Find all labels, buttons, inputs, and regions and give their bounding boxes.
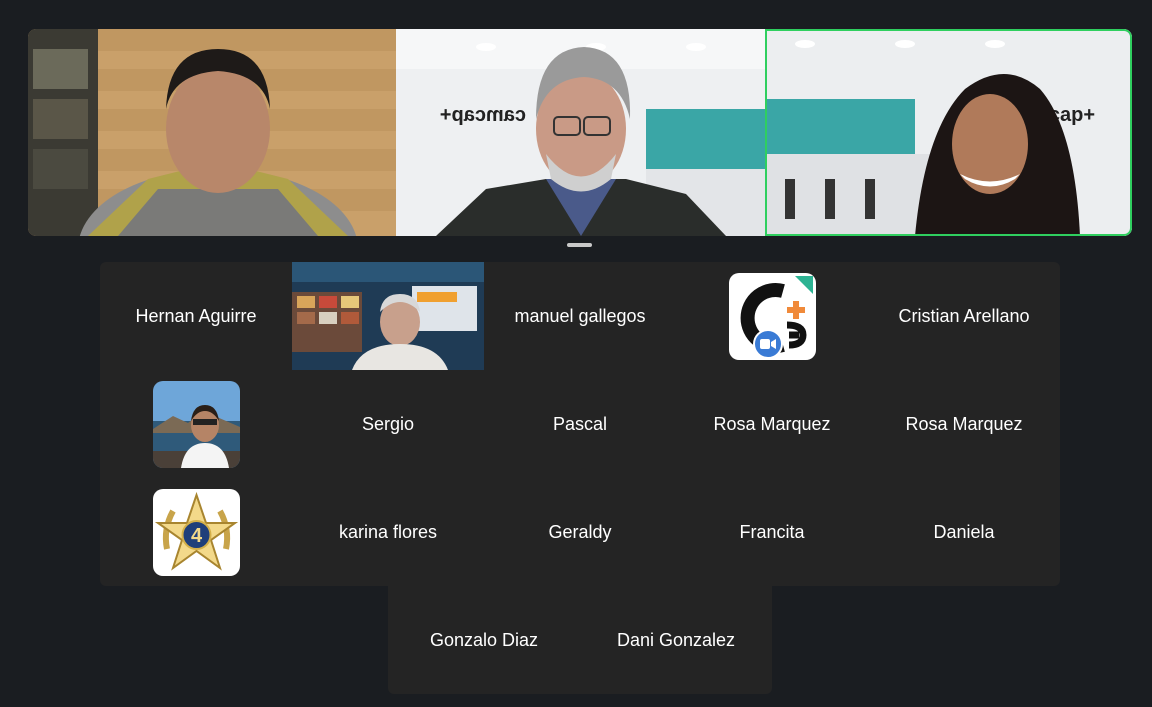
participant-tile[interactable]: Daniela bbox=[868, 478, 1060, 586]
participant-name: Pascal bbox=[552, 413, 608, 434]
participant-name: Sergio bbox=[361, 413, 415, 434]
participant-tile[interactable]: Hernan Aguirre bbox=[100, 262, 292, 370]
profile-photo bbox=[152, 380, 240, 468]
gallery-grid: Hernan Aguirre manuel gallegos Cristian … bbox=[100, 262, 1060, 586]
participant-name: karina flores bbox=[338, 521, 438, 542]
participant-tile[interactable]: Rosa Marquez bbox=[676, 370, 868, 478]
participant-name: Geraldy bbox=[548, 521, 612, 542]
participant-tile[interactable]: karina flores bbox=[292, 478, 484, 586]
participant-video-thumbnail bbox=[292, 262, 484, 370]
participant-name: Rosa Marquez bbox=[905, 413, 1023, 434]
participant-name: Daniela bbox=[933, 521, 995, 542]
camcap-logo-icon bbox=[728, 272, 816, 360]
participant-tile[interactable]: Francita bbox=[676, 478, 868, 586]
video-frame-1 bbox=[28, 29, 396, 236]
participant-name: Dani Gonzalez bbox=[616, 629, 736, 650]
participant-name: Francita bbox=[739, 521, 805, 542]
video-camera-icon bbox=[752, 328, 783, 359]
participant-tile[interactable]: Rosa Marquez bbox=[868, 370, 1060, 478]
participant-name: Hernan Aguirre bbox=[135, 305, 257, 326]
participant-tile[interactable] bbox=[676, 262, 868, 370]
participant-name: Rosa Marquez bbox=[713, 413, 831, 434]
participant-video-1[interactable] bbox=[28, 29, 396, 236]
participant-tile[interactable]: Sergio bbox=[292, 370, 484, 478]
star-badge-icon: 4 bbox=[152, 488, 240, 576]
participant-tile[interactable]: manuel gallegos bbox=[484, 262, 676, 370]
participant-tile-video[interactable] bbox=[292, 262, 484, 370]
participant-tile[interactable]: Pascal bbox=[484, 370, 676, 478]
participant-tile[interactable]: Gonzalo Diaz bbox=[388, 586, 580, 694]
participant-tile[interactable]: Dani Gonzalez bbox=[580, 586, 772, 694]
gallery-grid-bottom-row: Gonzalo Diaz Dani Gonzalez bbox=[388, 586, 772, 694]
participant-tile[interactable]: Cristian Arellano bbox=[868, 262, 1060, 370]
participant-video-3[interactable]: amcap+ bbox=[765, 29, 1132, 236]
participant-video-2[interactable]: camcap+ bbox=[396, 29, 765, 236]
resize-handle[interactable] bbox=[567, 243, 592, 247]
participant-tile[interactable]: Geraldy bbox=[484, 478, 676, 586]
participant-tile[interactable]: 4 bbox=[100, 478, 292, 586]
participant-name: Cristian Arellano bbox=[898, 305, 1030, 326]
video-frame-2: camcap+ bbox=[396, 29, 765, 236]
participant-name: Gonzalo Diaz bbox=[429, 629, 539, 650]
badge-number: 4 bbox=[190, 525, 202, 547]
participant-name: manuel gallegos bbox=[514, 305, 646, 326]
participant-tile[interactable] bbox=[100, 370, 292, 478]
camcap-logo-text: camcap+ bbox=[440, 104, 526, 126]
active-speaker-border bbox=[765, 29, 1132, 236]
speaker-strip: camcap+ amcap+ bbox=[28, 29, 1132, 236]
